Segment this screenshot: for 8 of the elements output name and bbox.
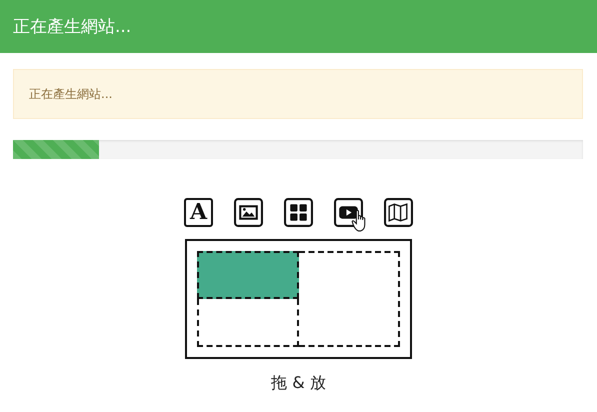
map-tool-icon[interactable]: [384, 198, 413, 227]
text-tool-icon[interactable]: A: [184, 198, 213, 227]
hand-cursor-icon: [351, 209, 368, 232]
header-title: 正在產生網站...: [13, 16, 132, 38]
alert-message: 正在產生網站...: [29, 86, 112, 102]
image-tool-icon[interactable]: [234, 198, 263, 227]
grid-tool-icon[interactable]: [284, 198, 313, 227]
caption: 拖 & 放: [270, 373, 327, 394]
